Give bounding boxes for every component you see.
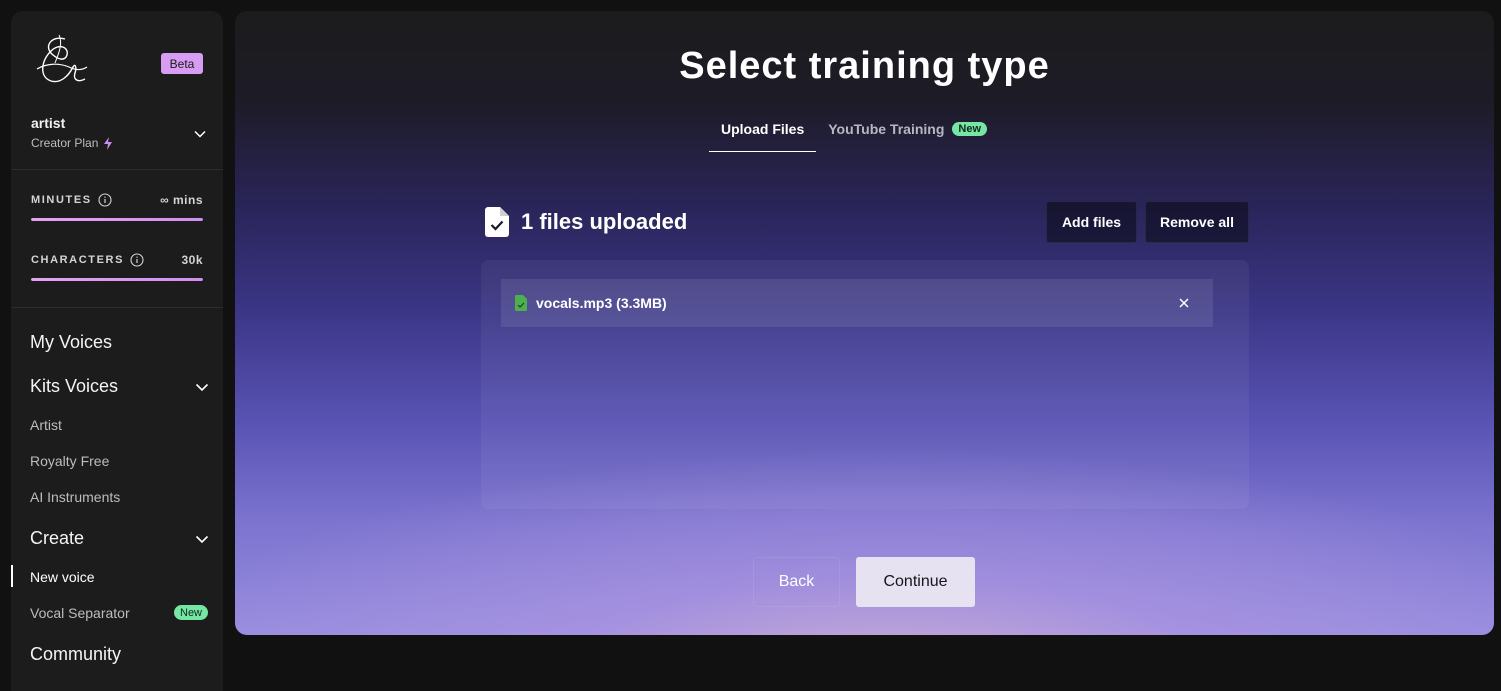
- sidebar-item-vocal-separator[interactable]: Vocal Separator: [30, 605, 130, 621]
- remove-all-button[interactable]: Remove all: [1145, 201, 1249, 243]
- nav-community[interactable]: Community: [30, 644, 210, 665]
- kits-logo[interactable]: [29, 33, 89, 89]
- chevron-down-icon[interactable]: [193, 127, 207, 141]
- characters-label-group: CHARACTERS: [31, 253, 144, 267]
- list-item: vocals.mp3 (3.3MB): [501, 279, 1213, 327]
- characters-progress-track: [31, 278, 203, 281]
- info-icon[interactable]: [130, 253, 144, 267]
- new-badge: New: [174, 605, 209, 620]
- file-name: vocals.mp3 (3.3MB): [536, 295, 667, 311]
- file-check-icon: [485, 207, 509, 237]
- audio-file-icon: [515, 295, 527, 311]
- upload-header: 1 files uploaded: [485, 207, 687, 237]
- bolt-icon: [104, 136, 113, 150]
- sidebar-item-artist[interactable]: Artist: [30, 417, 62, 433]
- continue-button[interactable]: Continue: [856, 557, 975, 607]
- chevron-down-icon[interactable]: [194, 531, 210, 547]
- divider: [11, 307, 223, 308]
- sidebar-item-new-voice[interactable]: New voice: [30, 569, 95, 585]
- sidebar: Beta artist Creator Plan MINUTES ∞ mins: [11, 11, 223, 691]
- characters-label: CHARACTERS: [31, 254, 124, 266]
- new-badge: New: [952, 122, 988, 136]
- minutes-progress-fill: [31, 218, 203, 221]
- divider: [11, 169, 223, 170]
- tab-youtube-training[interactable]: YouTube Training New: [816, 117, 999, 152]
- minutes-value: ∞ mins: [160, 193, 203, 207]
- plan-label: Creator Plan: [31, 136, 99, 150]
- nav-my-voices[interactable]: My Voices: [30, 332, 210, 353]
- tab-upload-files-label: Upload Files: [721, 121, 805, 137]
- chevron-down-icon[interactable]: [194, 379, 210, 395]
- account-switcher[interactable]: artist Creator Plan: [31, 115, 207, 159]
- minutes-progress-track: [31, 218, 203, 221]
- upload-count: 1 files uploaded: [521, 209, 688, 234]
- active-indicator: [11, 565, 13, 587]
- close-icon[interactable]: [1177, 296, 1191, 310]
- beta-badge: Beta: [161, 53, 203, 74]
- characters-meter: CHARACTERS 30k: [31, 252, 203, 281]
- tab-youtube-training-label: YouTube Training: [828, 121, 945, 137]
- nav-kits-voices[interactable]: Kits Voices: [30, 376, 210, 397]
- sidebar-item-ai-instruments[interactable]: AI Instruments: [30, 489, 120, 505]
- user-plan: Creator Plan: [31, 136, 207, 150]
- back-button[interactable]: Back: [753, 557, 840, 607]
- add-files-button[interactable]: Add files: [1046, 201, 1137, 243]
- info-icon[interactable]: [98, 193, 112, 207]
- user-name: artist: [31, 115, 66, 131]
- minutes-meter: MINUTES ∞ mins: [31, 192, 203, 221]
- nav-community-label: Community: [30, 644, 122, 664]
- nav-create-label: Create: [30, 528, 85, 548]
- training-panel: Select training type Upload Files YouTub…: [235, 11, 1494, 635]
- characters-value: 30k: [181, 253, 203, 267]
- tab-upload-files[interactable]: Upload Files: [709, 117, 817, 152]
- minutes-label-group: MINUTES: [31, 193, 112, 207]
- nav-create[interactable]: Create: [30, 528, 210, 549]
- nav-kits-voices-label: Kits Voices: [30, 376, 119, 396]
- uploaded-files-list: vocals.mp3 (3.3MB): [481, 260, 1249, 509]
- page-title: Select training type: [679, 45, 1050, 87]
- minutes-label: MINUTES: [31, 194, 92, 206]
- nav-my-voices-label: My Voices: [30, 332, 113, 352]
- sidebar-item-royalty-free[interactable]: Royalty Free: [30, 453, 109, 469]
- training-type-tabs: Upload Files YouTube Training New: [709, 117, 999, 153]
- characters-progress-fill: [31, 278, 203, 281]
